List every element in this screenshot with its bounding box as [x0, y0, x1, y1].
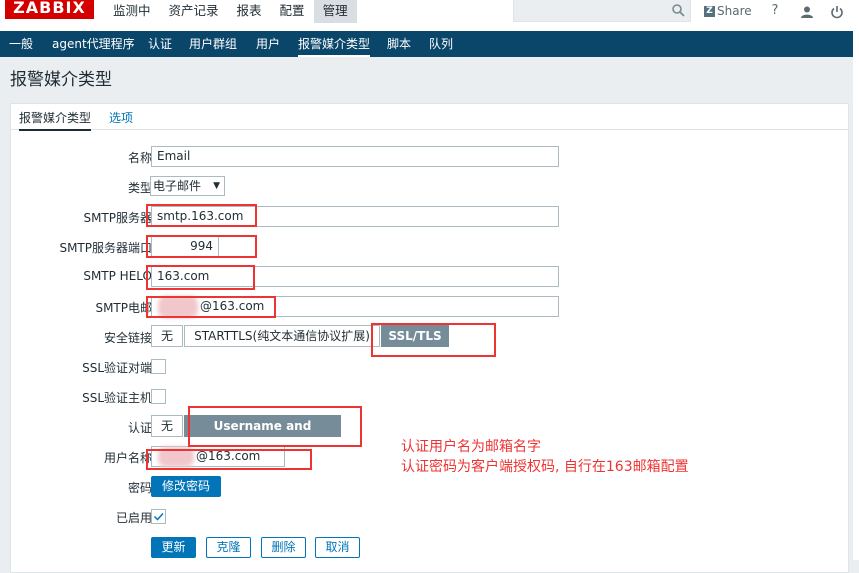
- power-icon[interactable]: [828, 2, 846, 20]
- password-label: 密码: [127, 481, 152, 495]
- checkmark-icon: [153, 512, 164, 521]
- auth-label: 认证: [127, 421, 152, 435]
- top-bar: ZABBIX 监测中 资产记录 报表 配置 管理 Z Share ?: [0, 0, 859, 32]
- zabbix-logo[interactable]: ZABBIX: [5, 0, 94, 19]
- delete-button[interactable]: 删除: [261, 537, 306, 558]
- main-menu-inventory[interactable]: 资产记录: [160, 0, 228, 23]
- scrollbar[interactable]: [853, 31, 859, 560]
- security-option-starttls[interactable]: STARTTLS(纯文本通信协议扩展): [184, 325, 380, 347]
- search-icon[interactable]: [671, 3, 685, 17]
- name-input[interactable]: Email: [151, 146, 559, 167]
- tab-bar: 报警媒介类型 选项: [11, 104, 848, 131]
- main-menu: 监测中 资产记录 报表 配置 管理: [104, 0, 357, 31]
- ssl-verify-peer-checkbox[interactable]: [151, 359, 166, 374]
- share-link[interactable]: Z Share: [704, 2, 752, 20]
- sub-menu: 一般 agent代理程序 认证 用户群组 用户 报警媒介类型 脚本 队列: [0, 31, 859, 57]
- sub-menu-users[interactable]: 用户: [256, 31, 280, 57]
- share-label: Share: [717, 4, 752, 18]
- sub-menu-media-types[interactable]: 报警媒介类型: [298, 31, 371, 57]
- sub-menu-general[interactable]: 一般: [9, 31, 33, 57]
- sub-menu-authentication[interactable]: 认证: [148, 31, 172, 57]
- page-title: 报警媒介类型: [10, 70, 112, 90]
- ssl-verify-host-checkbox[interactable]: [151, 389, 166, 404]
- help-icon[interactable]: ?: [766, 2, 784, 20]
- enabled-checkbox[interactable]: [151, 509, 166, 524]
- auth-option-none[interactable]: 无: [151, 415, 183, 437]
- annotation-note-line1: 认证用户名为邮箱名字: [401, 439, 541, 455]
- share-badge: Z: [704, 5, 715, 17]
- main-menu-monitoring[interactable]: 监测中: [104, 0, 160, 23]
- sub-menu-scripts[interactable]: 脚本: [387, 31, 411, 57]
- search-input[interactable]: [513, 0, 691, 22]
- clone-button[interactable]: 克隆: [206, 537, 251, 558]
- update-button[interactable]: 更新: [151, 537, 196, 558]
- security-option-none[interactable]: 无: [151, 325, 183, 347]
- annotation-box-smtp-email: [146, 296, 276, 318]
- type-select[interactable]: 电子邮件 ▼: [150, 176, 225, 196]
- smtp-server-label: SMTP服务器: [83, 211, 152, 225]
- main-menu-administration[interactable]: 管理: [313, 0, 357, 23]
- main-menu-reports[interactable]: 报表: [228, 0, 271, 23]
- tab-media-type[interactable]: 报警媒介类型: [19, 109, 92, 131]
- username-label: 用户名称: [103, 451, 152, 465]
- enabled-label: 已启用: [115, 511, 152, 525]
- annotation-box-username: [146, 449, 312, 470]
- security-label: 安全链接: [103, 331, 152, 345]
- sub-menu-queue[interactable]: 队列: [429, 31, 453, 57]
- main-menu-configuration[interactable]: 配置: [271, 0, 314, 23]
- sub-menu-user-groups[interactable]: 用户群组: [189, 31, 237, 57]
- type-select-value: 电子邮件: [153, 179, 202, 193]
- change-password-button[interactable]: 修改密码: [151, 476, 221, 497]
- chevron-down-icon: ▼: [213, 181, 220, 191]
- smtp-port-label: SMTP服务器端口: [59, 241, 152, 255]
- annotation-box-smtp-helo: [146, 265, 255, 290]
- annotation-note-line2: 认证密码为客户端授权码, 自行在163邮箱配置: [401, 459, 689, 475]
- smtp-helo-label: SMTP HELO: [83, 269, 152, 283]
- user-icon[interactable]: [798, 2, 816, 20]
- annotation-box-auth: [188, 406, 362, 447]
- annotation-box-smtp-port: [146, 235, 257, 258]
- ssl-verify-peer-label: SSL验证对端: [82, 361, 152, 375]
- annotation-box-ssl: [371, 323, 496, 357]
- type-label: 类型: [127, 181, 152, 195]
- name-label: 名称: [127, 151, 152, 165]
- cancel-button[interactable]: 取消: [315, 537, 360, 558]
- smtp-email-label: SMTP电邮: [95, 301, 152, 315]
- ssl-verify-host-label: SSL验证主机: [82, 391, 152, 405]
- sub-menu-proxies[interactable]: agent代理程序: [52, 31, 135, 57]
- annotation-box-smtp-server: [146, 204, 257, 227]
- tab-options[interactable]: 选项: [109, 109, 133, 129]
